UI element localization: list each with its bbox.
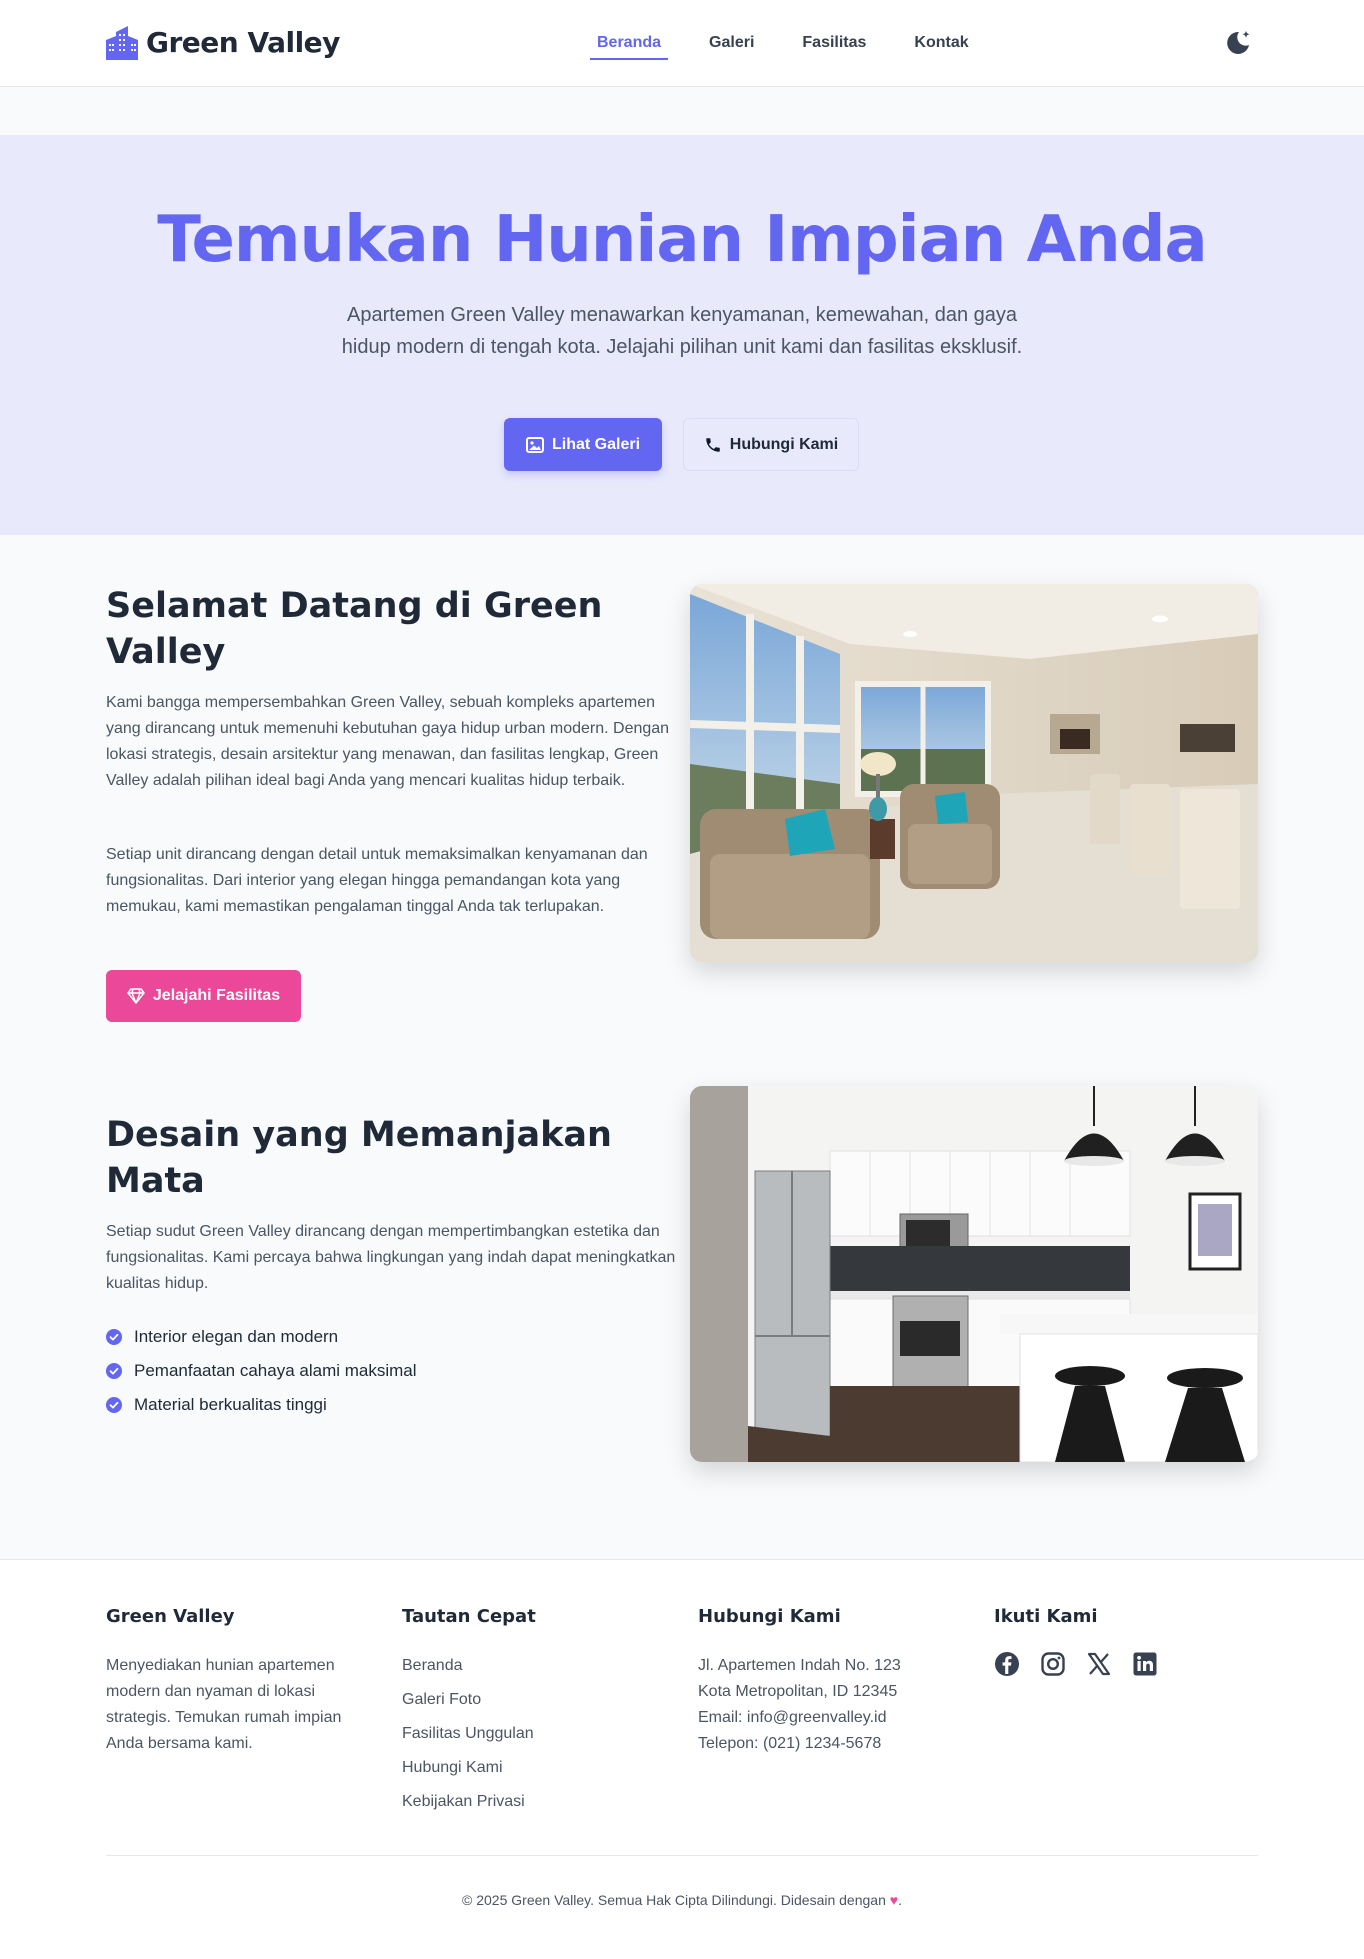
building-icon <box>106 26 138 60</box>
x-icon[interactable] <box>1086 1651 1112 1677</box>
living-room-image <box>690 584 1258 962</box>
check-circle-icon <box>106 1329 122 1345</box>
instagram-icon[interactable] <box>1040 1651 1066 1677</box>
contact-us-label: Hubungi Kami <box>729 435 839 453</box>
footer-contact-title: Hubungi Kami <box>698 1606 841 1627</box>
nav-fasilitas[interactable]: Fasilitas <box>795 30 873 60</box>
contact-us-button[interactable]: Hubungi Kami <box>683 418 859 471</box>
footer-address-1: Jl. Apartemen Indah No. 123 <box>698 1657 901 1674</box>
feature-label: Material berkualitas tinggi <box>134 1395 327 1414</box>
phone-icon <box>706 437 720 452</box>
footer-link-galeri[interactable]: Galeri Foto <box>402 1683 642 1717</box>
nav-kontak[interactable]: Kontak <box>907 30 975 60</box>
kitchen-image <box>690 1086 1258 1462</box>
facebook-icon[interactable] <box>994 1651 1020 1677</box>
check-circle-icon <box>106 1363 122 1379</box>
feature-label: Interior elegan dan modern <box>134 1327 339 1346</box>
hero-section: Temukan Hunian Impian Anda Apartemen Gre… <box>0 135 1364 535</box>
explore-facilities-label: Jelajahi Fasilitas <box>152 987 281 1004</box>
footer-phone: Telepon: (021) 1234-5678 <box>698 1735 882 1752</box>
main-nav: Beranda Galeri Fasilitas Kontak <box>590 30 1010 60</box>
copyright: © 2025 Green Valley. Semua Hak Cipta Dil… <box>0 1892 1364 1908</box>
heart-icon: ♥ <box>889 1892 899 1908</box>
moon-icon <box>1227 31 1250 54</box>
view-gallery-label: Lihat Galeri <box>551 435 641 453</box>
linkedin-icon[interactable] <box>1132 1651 1158 1677</box>
footer-contact: Hubungi Kami Jl. Apartemen Indah No. 123… <box>698 1606 958 1757</box>
social-links <box>994 1651 1254 1677</box>
brand-name: Green Valley <box>146 25 340 59</box>
footer-about: Green Valley Menyediakan hunian aparteme… <box>106 1606 366 1757</box>
logo[interactable]: Green Valley <box>106 24 340 60</box>
nav-galeri[interactable]: Galeri <box>702 30 761 60</box>
footer-link-privasi[interactable]: Kebijakan Privasi <box>402 1785 642 1819</box>
explore-facilities-button[interactable]: Jelajahi Fasilitas <box>106 970 301 1022</box>
footer-divider <box>106 1855 1258 1856</box>
footer-social: Ikuti Kami <box>994 1606 1254 1677</box>
footer-about-title: Green Valley <box>106 1606 235 1627</box>
footer-link-fasilitas[interactable]: Fasilitas Unggulan <box>402 1717 642 1751</box>
check-circle-icon <box>106 1397 122 1413</box>
feature-item: Pemanfaatan cahaya alami maksimal <box>106 1354 417 1388</box>
site-header: Green Valley Beranda Galeri Fasilitas Ko… <box>0 0 1364 87</box>
footer-address-2: Kota Metropolitan, ID 12345 <box>698 1683 898 1700</box>
copyright-end: . <box>898 1892 902 1908</box>
design-paragraph: Setiap sudut Green Valley dirancang deng… <box>106 1223 676 1292</box>
site-footer: Green Valley Menyediakan hunian aparteme… <box>0 1559 1364 1959</box>
welcome-title: Selamat Datang di Green Valley <box>106 586 603 672</box>
footer-about-text: Menyediakan hunian apartemen modern dan … <box>106 1657 342 1752</box>
theme-toggle-button[interactable] <box>1222 26 1254 58</box>
image-icon <box>525 436 544 453</box>
view-gallery-button[interactable]: Lihat Galeri <box>504 418 662 471</box>
nav-beranda[interactable]: Beranda <box>590 30 669 60</box>
feature-list: Interior elegan dan modern Pemanfaatan c… <box>106 1320 417 1422</box>
hero-subtitle: Apartemen Green Valley menawarkan kenyam… <box>341 304 1023 358</box>
diamond-icon <box>127 988 145 1004</box>
hero-title: Temukan Hunian Impian Anda <box>157 203 1207 277</box>
welcome-paragraph-2: Setiap unit dirancang dengan detail untu… <box>106 846 648 915</box>
footer-link-beranda[interactable]: Beranda <box>402 1649 642 1683</box>
footer-email: Email: info@greenvalley.id <box>698 1709 887 1726</box>
feature-label: Pemanfaatan cahaya alami maksimal <box>134 1361 417 1380</box>
footer-social-title: Ikuti Kami <box>994 1606 1098 1627</box>
design-title: Desain yang Memanjakan Mata <box>106 1115 612 1201</box>
footer-link-kontak[interactable]: Hubungi Kami <box>402 1751 642 1785</box>
footer-links: Tautan Cepat Beranda Galeri Foto Fasilit… <box>402 1606 642 1819</box>
welcome-paragraph-1: Kami bangga mempersembahkan Green Valley… <box>106 694 670 789</box>
copyright-text: © 2025 Green Valley. Semua Hak Cipta Dil… <box>462 1892 886 1908</box>
footer-links-title: Tautan Cepat <box>402 1606 536 1627</box>
feature-item: Material berkualitas tinggi <box>106 1388 417 1422</box>
feature-item: Interior elegan dan modern <box>106 1320 417 1354</box>
